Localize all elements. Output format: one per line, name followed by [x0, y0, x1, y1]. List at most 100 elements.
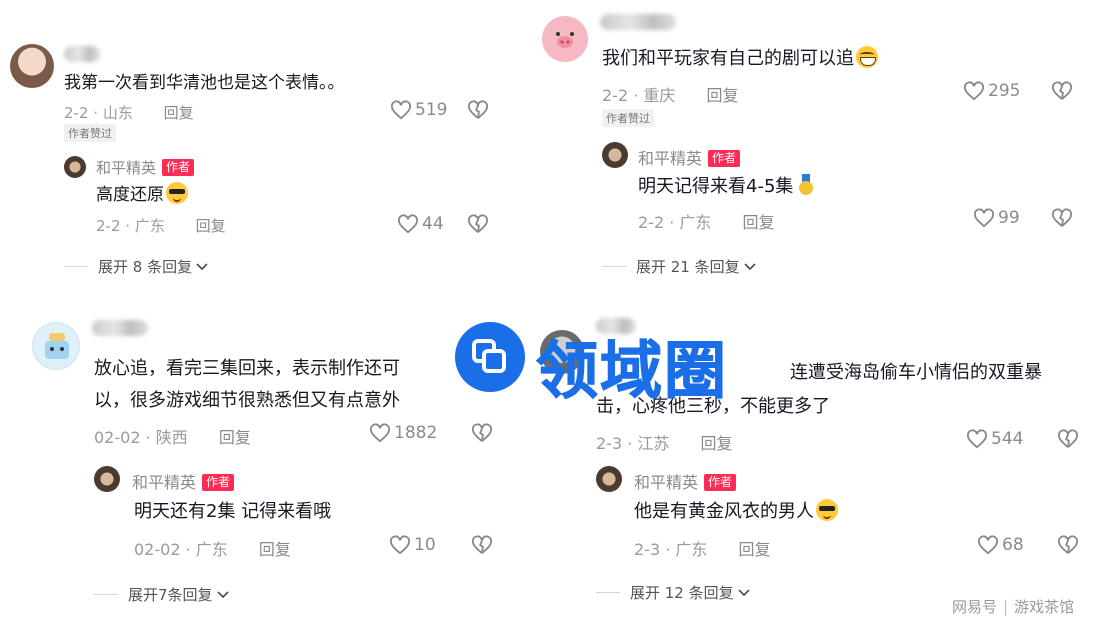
like-button[interactable]: 519 [390, 100, 447, 120]
like-count: 544 [991, 429, 1024, 449]
broken-heart-icon [1058, 535, 1078, 554]
author-reply-header: 和平精英 作者 [638, 145, 741, 169]
reply-button[interactable]: 回复 [739, 540, 771, 559]
pig-avatar-icon [556, 32, 574, 48]
expand-replies-button[interactable]: 展开 12 条回复 [596, 582, 751, 603]
like-count: 519 [415, 100, 448, 120]
cartoon-avatar-icon [45, 333, 69, 359]
chevron-down-icon [737, 588, 750, 596]
commenter-avatar[interactable] [10, 44, 54, 88]
dislike-button[interactable] [1051, 208, 1073, 232]
chevron-down-icon [743, 262, 756, 270]
author-reply-text: 明天还有2集 记得来看哦 [134, 501, 332, 522]
comment-text-line2: 以，很多游戏细节很熟悉但又有点意外 [94, 390, 400, 411]
source-watermark: 网易号 | 游戏茶馆 [952, 598, 1075, 616]
author-avatar[interactable] [596, 466, 622, 492]
dislike-button[interactable] [1057, 535, 1079, 559]
heart-icon [391, 100, 411, 120]
watermark-text: 领域圈 [535, 334, 729, 408]
divider-line [596, 592, 620, 593]
reply-date: 2-2 [638, 213, 665, 232]
comment-text-line1: 连遭受海岛偷车小情侣的双重暴 [790, 362, 1042, 383]
comment-location: 陕西 [155, 428, 188, 447]
comment-text-line1: 放心追，看完三集回来，表示制作还可 [94, 358, 400, 379]
source-account: 游戏茶馆 [1014, 598, 1075, 616]
heart-icon [967, 429, 987, 449]
expand-label: 展开 12 条回复 [630, 584, 734, 602]
commenter-avatar[interactable] [32, 322, 80, 370]
like-count: 99 [998, 208, 1020, 228]
comment-meta: 02-02 · 陕西 回复 [94, 428, 251, 447]
dislike-button[interactable] [471, 535, 493, 559]
author-liked-badge: 作者赞过 [602, 109, 654, 127]
comment-text: 我们和平玩家有自己的剧可以追 [602, 42, 878, 76]
like-button[interactable]: 68 [977, 535, 1024, 555]
dislike-button[interactable] [1057, 429, 1079, 453]
author-avatar[interactable] [602, 142, 628, 168]
reply-date: 02-02 [134, 540, 181, 559]
like-button[interactable]: 44 [397, 214, 444, 234]
like-button[interactable]: 544 [966, 429, 1023, 449]
like-button[interactable]: 295 [963, 81, 1020, 101]
dislike-button[interactable] [467, 100, 489, 124]
reply-button[interactable]: 回复 [164, 104, 194, 122]
author-reply-text: 高度还原 [96, 178, 188, 212]
author-avatar[interactable] [94, 466, 120, 492]
comment-text-content: 我们和平玩家有自己的剧可以追 [602, 48, 854, 69]
commenter-username-blurred[interactable] [92, 320, 148, 336]
author-liked-badge: 作者赞过 [64, 124, 116, 142]
comment-location: 江苏 [637, 434, 670, 453]
dislike-button[interactable] [1051, 81, 1073, 105]
author-reply-text-content: 明天记得来看4-5集 [638, 176, 794, 197]
author-reply-header: 和平精英 作者 [132, 469, 235, 493]
like-button[interactable]: 10 [389, 535, 436, 555]
commenter-username-blurred[interactable] [600, 14, 676, 30]
author-avatar[interactable] [64, 156, 86, 178]
commenter-avatar[interactable] [542, 16, 588, 62]
divider-line [602, 266, 626, 267]
like-button[interactable]: 99 [973, 208, 1020, 228]
reply-button[interactable]: 回复 [701, 434, 733, 453]
expand-replies-button[interactable]: 展开7条回复 [94, 584, 230, 605]
like-button[interactable]: 1882 [369, 423, 437, 443]
author-reply-text-content: 他是有黄金风衣的男人 [634, 501, 814, 522]
expand-replies-button[interactable]: 展开 8 条回复 [64, 256, 209, 277]
commenter-username-blurred[interactable] [64, 46, 100, 62]
reply-button[interactable]: 回复 [259, 540, 291, 559]
expand-replies-button[interactable]: 展开 21 条回复 [602, 256, 757, 277]
author-reply-meta: 2-2 · 广东 回复 [96, 217, 226, 235]
comment-text: 我第一次看到华清池也是这个表情。。 [64, 73, 345, 93]
reply-button[interactable]: 回复 [196, 217, 226, 235]
divider-line [64, 266, 88, 267]
author-name[interactable]: 和平精英 [132, 473, 196, 492]
author-name[interactable]: 和平精英 [638, 149, 702, 168]
dislike-button[interactable] [471, 423, 493, 447]
heart-icon [964, 81, 984, 101]
chevron-down-icon [216, 590, 229, 598]
comment-date: 2-2 [64, 104, 89, 122]
reply-date: 2-3 [634, 540, 661, 559]
comment-meta: 2-2 · 山东 回复 [64, 104, 194, 122]
author-reply-text: 明天记得来看4-5集 [638, 170, 817, 204]
broken-heart-icon [468, 100, 488, 119]
reply-button[interactable]: 回复 [219, 428, 251, 447]
author-reply-text: 他是有黄金风衣的男人 [634, 495, 838, 529]
author-badge: 作者 [162, 159, 195, 176]
author-name[interactable]: 和平精英 [634, 473, 698, 492]
reply-location: 广东 [134, 217, 165, 235]
broken-heart-icon [472, 423, 492, 442]
broken-heart-icon [472, 535, 492, 554]
sunglasses-emoji-icon [166, 182, 188, 204]
reply-button[interactable]: 回复 [743, 213, 775, 232]
divider-line [94, 594, 118, 595]
comment-meta: 2-2 · 重庆 回复 [602, 86, 739, 105]
author-name[interactable]: 和平精英 [96, 159, 156, 177]
comment-location: 重庆 [643, 86, 676, 105]
dislike-button[interactable] [467, 214, 489, 238]
like-count: 44 [422, 214, 444, 234]
author-reply-meta: 2-3 · 广东 回复 [634, 540, 771, 559]
reply-location: 广东 [679, 213, 712, 232]
reply-location: 广东 [195, 540, 228, 559]
like-count: 295 [988, 81, 1021, 101]
reply-button[interactable]: 回复 [707, 86, 739, 105]
